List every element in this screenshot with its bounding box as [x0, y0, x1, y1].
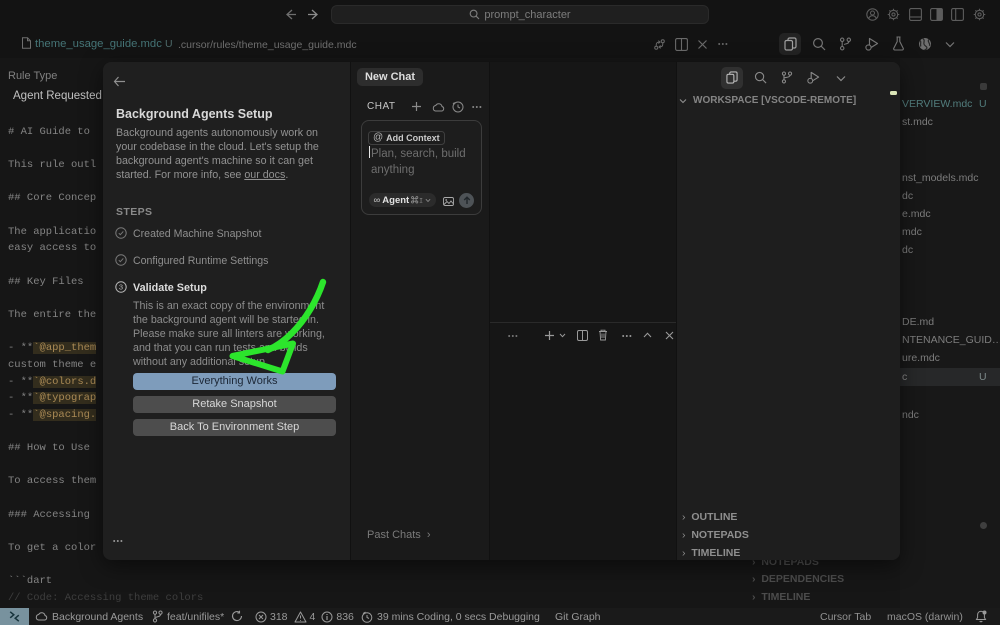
svg-text:3: 3 [119, 283, 123, 292]
svg-text:I: I [419, 197, 423, 204]
